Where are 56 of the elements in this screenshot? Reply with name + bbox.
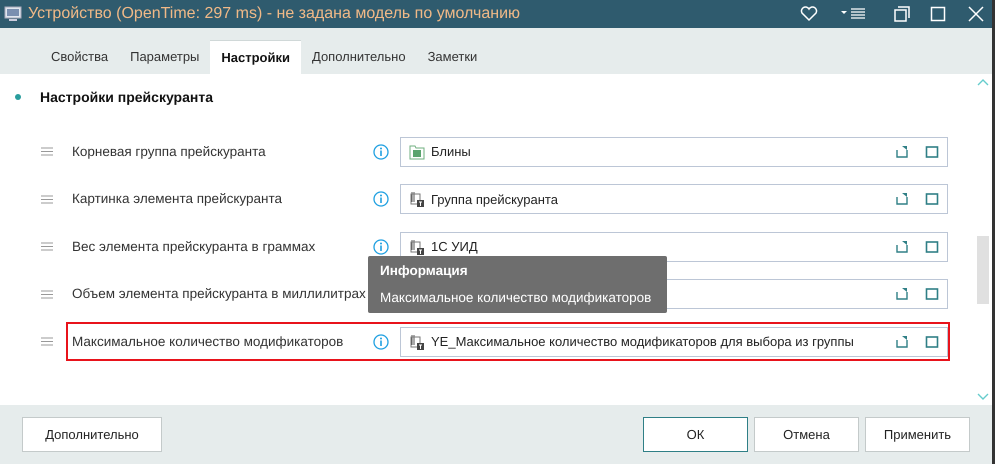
square-icon[interactable]	[925, 192, 939, 206]
square-icon[interactable]	[925, 144, 939, 159]
open-icon[interactable]	[895, 192, 909, 206]
window-title: Устройство (OpenTime: 297 ms) - не задана модель по умолчанию	[28, 4, 520, 24]
tab[interactable]: Заметки	[416, 40, 488, 74]
open-icon[interactable]	[895, 334, 909, 349]
dialog-button[interactable]: Отмена	[754, 417, 859, 452]
bullet-icon	[15, 94, 21, 100]
folder-icon	[409, 144, 425, 160]
square-icon[interactable]	[925, 240, 939, 254]
info-icon[interactable]	[373, 238, 389, 255]
field-value: YE_Максимальное количество модификаторов для выбора из группы	[431, 333, 855, 351]
drag-handle-icon[interactable]	[41, 290, 53, 299]
info-icon[interactable]	[373, 334, 389, 350]
value-field[interactable]: 1С УИД	[400, 232, 948, 262]
square-icon[interactable]	[925, 287, 939, 302]
drag-handle-icon[interactable]	[41, 337, 53, 346]
setting-label: Корневая группа прейскуранта	[72, 142, 267, 161]
tooltip-title: Информация	[380, 262, 469, 280]
setting-label: Картинка элемента прейскуранта	[72, 190, 284, 208]
open-icon[interactable]	[895, 287, 909, 302]
info-icon[interactable]	[373, 144, 389, 160]
field-value: Блины	[431, 143, 472, 161]
close-icon[interactable]	[968, 6, 984, 22]
open-icon[interactable]	[895, 144, 909, 159]
tab[interactable]: Свойства	[40, 40, 120, 74]
maximize-icon[interactable]	[930, 6, 946, 22]
attribute-icon	[409, 334, 425, 350]
tab[interactable]: Дополнительно	[301, 40, 417, 74]
value-field[interactable]: Группа прейскуранта	[400, 184, 948, 214]
value-field[interactable]: Блины	[400, 136, 948, 167]
drag-handle-icon[interactable]	[41, 242, 53, 252]
dialog-button[interactable]: Применить	[865, 417, 970, 452]
square-icon[interactable]	[925, 334, 939, 349]
drag-handle-icon[interactable]	[41, 194, 53, 204]
dialog-button[interactable]: ОК	[643, 417, 748, 452]
tab[interactable]: Настройки	[210, 40, 301, 74]
field-value: 1С УИД	[431, 238, 479, 256]
section-title: Настройки прейскуранта	[40, 88, 213, 107]
attribute-icon	[409, 191, 425, 208]
tab[interactable]: Параметры	[119, 40, 210, 74]
scrollbar-thumb[interactable]	[977, 236, 989, 304]
more-button[interactable]: Дополнительно	[22, 417, 162, 452]
open-icon[interactable]	[895, 240, 909, 254]
tooltip-text: Максимальное количество модификаторов	[380, 288, 652, 306]
restore-icon[interactable]	[894, 6, 910, 22]
field-value: Группа прейскуранта	[431, 190, 559, 209]
info-icon[interactable]	[373, 191, 389, 208]
drag-handle-icon[interactable]	[41, 147, 53, 156]
setting-label: Объем элемента прейскуранта в миллилитрах	[72, 285, 367, 304]
heart-icon[interactable]	[800, 6, 818, 22]
monitor-icon	[4, 5, 22, 23]
value-field[interactable]: YE_Максимальное количество модификаторов для выбора из группы	[400, 326, 948, 357]
setting-label: Вес элемента прейскуранта в граммах	[72, 238, 316, 256]
menu-icon[interactable]	[840, 7, 866, 21]
setting-label: Максимальное количество модификаторов	[72, 332, 344, 351]
